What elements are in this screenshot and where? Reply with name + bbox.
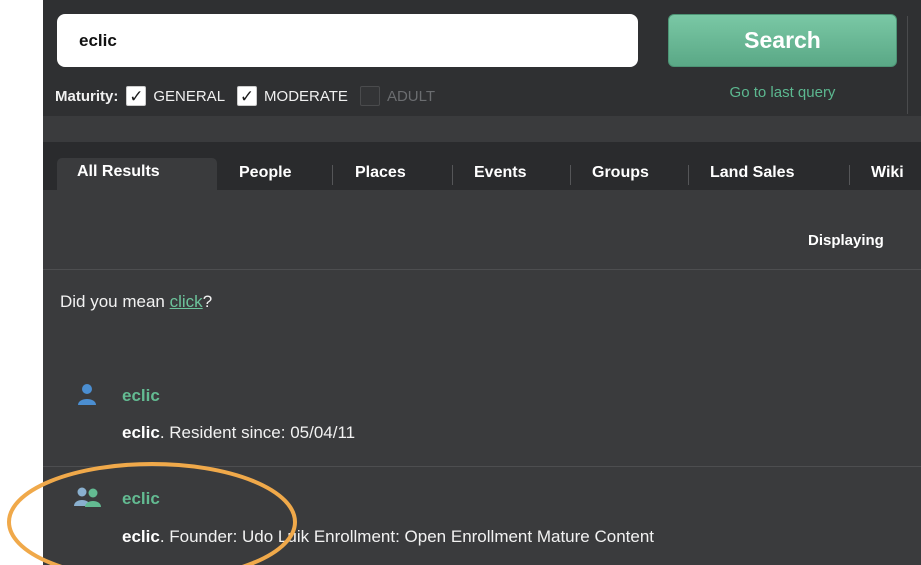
suggestion-prefix: Did you mean: [60, 292, 170, 311]
result-description: eclic. Resident since: 05/04/11: [122, 423, 355, 443]
result-detail: . Founder: Udo Luik Enrollment: Open Enr…: [159, 527, 655, 546]
result-title-link[interactable]: eclic: [122, 386, 160, 406]
displaying-count-text: Displaying: [808, 232, 884, 249]
search-input[interactable]: [57, 14, 638, 67]
search-button[interactable]: Search: [668, 14, 897, 67]
adult-label: ADULT: [386, 87, 436, 105]
tab-groups[interactable]: Groups: [592, 159, 649, 190]
tab-separator: [452, 165, 453, 185]
tab-separator: [570, 165, 571, 185]
tab-places[interactable]: Places: [355, 159, 406, 190]
group-icon: [74, 487, 101, 507]
adult-checkbox[interactable]: [359, 86, 380, 106]
general-label: GENERAL: [153, 87, 226, 105]
result-name: eclic: [122, 423, 160, 442]
result-description: eclic. Founder: Udo Luik Enrollment: Ope…: [122, 527, 654, 547]
display-bar: Displaying: [43, 190, 921, 270]
result-detail: . Resident since: 05/04/11: [159, 423, 356, 442]
tab-people[interactable]: People: [239, 159, 291, 190]
last-query-link[interactable]: Go to last query: [668, 84, 897, 101]
maturity-filter: Maturity: ✓ GENERAL ✓ MODERATE ADULT: [55, 84, 447, 108]
suggestion-link[interactable]: click: [170, 292, 203, 311]
tab-wiki[interactable]: Wiki: [871, 159, 904, 190]
search-header: Search Go to last query Maturity: ✓ GENE…: [43, 0, 921, 116]
moderate-checkbox[interactable]: ✓: [237, 86, 258, 106]
tab-land-sales[interactable]: Land Sales: [710, 159, 794, 190]
result-name: eclic: [122, 527, 160, 546]
suggestion-suffix: ?: [202, 292, 213, 311]
tab-separator: [849, 165, 850, 185]
results-tab-bar: All Results People Places Events Groups …: [43, 142, 921, 190]
did-you-mean: Did you mean click?: [60, 292, 212, 312]
result-title-link[interactable]: eclic: [122, 489, 160, 509]
tab-all-results[interactable]: All Results: [57, 158, 217, 190]
tab-events[interactable]: Events: [474, 159, 526, 190]
result-divider: [43, 466, 921, 467]
maturity-label: Maturity:: [55, 87, 119, 105]
tab-separator: [688, 165, 689, 185]
search-results-panel: Search Go to last query Maturity: ✓ GENE…: [43, 0, 921, 565]
general-checkbox[interactable]: ✓: [126, 86, 147, 106]
moderate-label: MODERATE: [264, 87, 348, 105]
person-icon: [78, 384, 96, 405]
tab-separator: [332, 165, 333, 185]
screenshot-stage: Search Go to last query Maturity: ✓ GENE…: [0, 0, 921, 565]
header-divider: [907, 16, 908, 114]
